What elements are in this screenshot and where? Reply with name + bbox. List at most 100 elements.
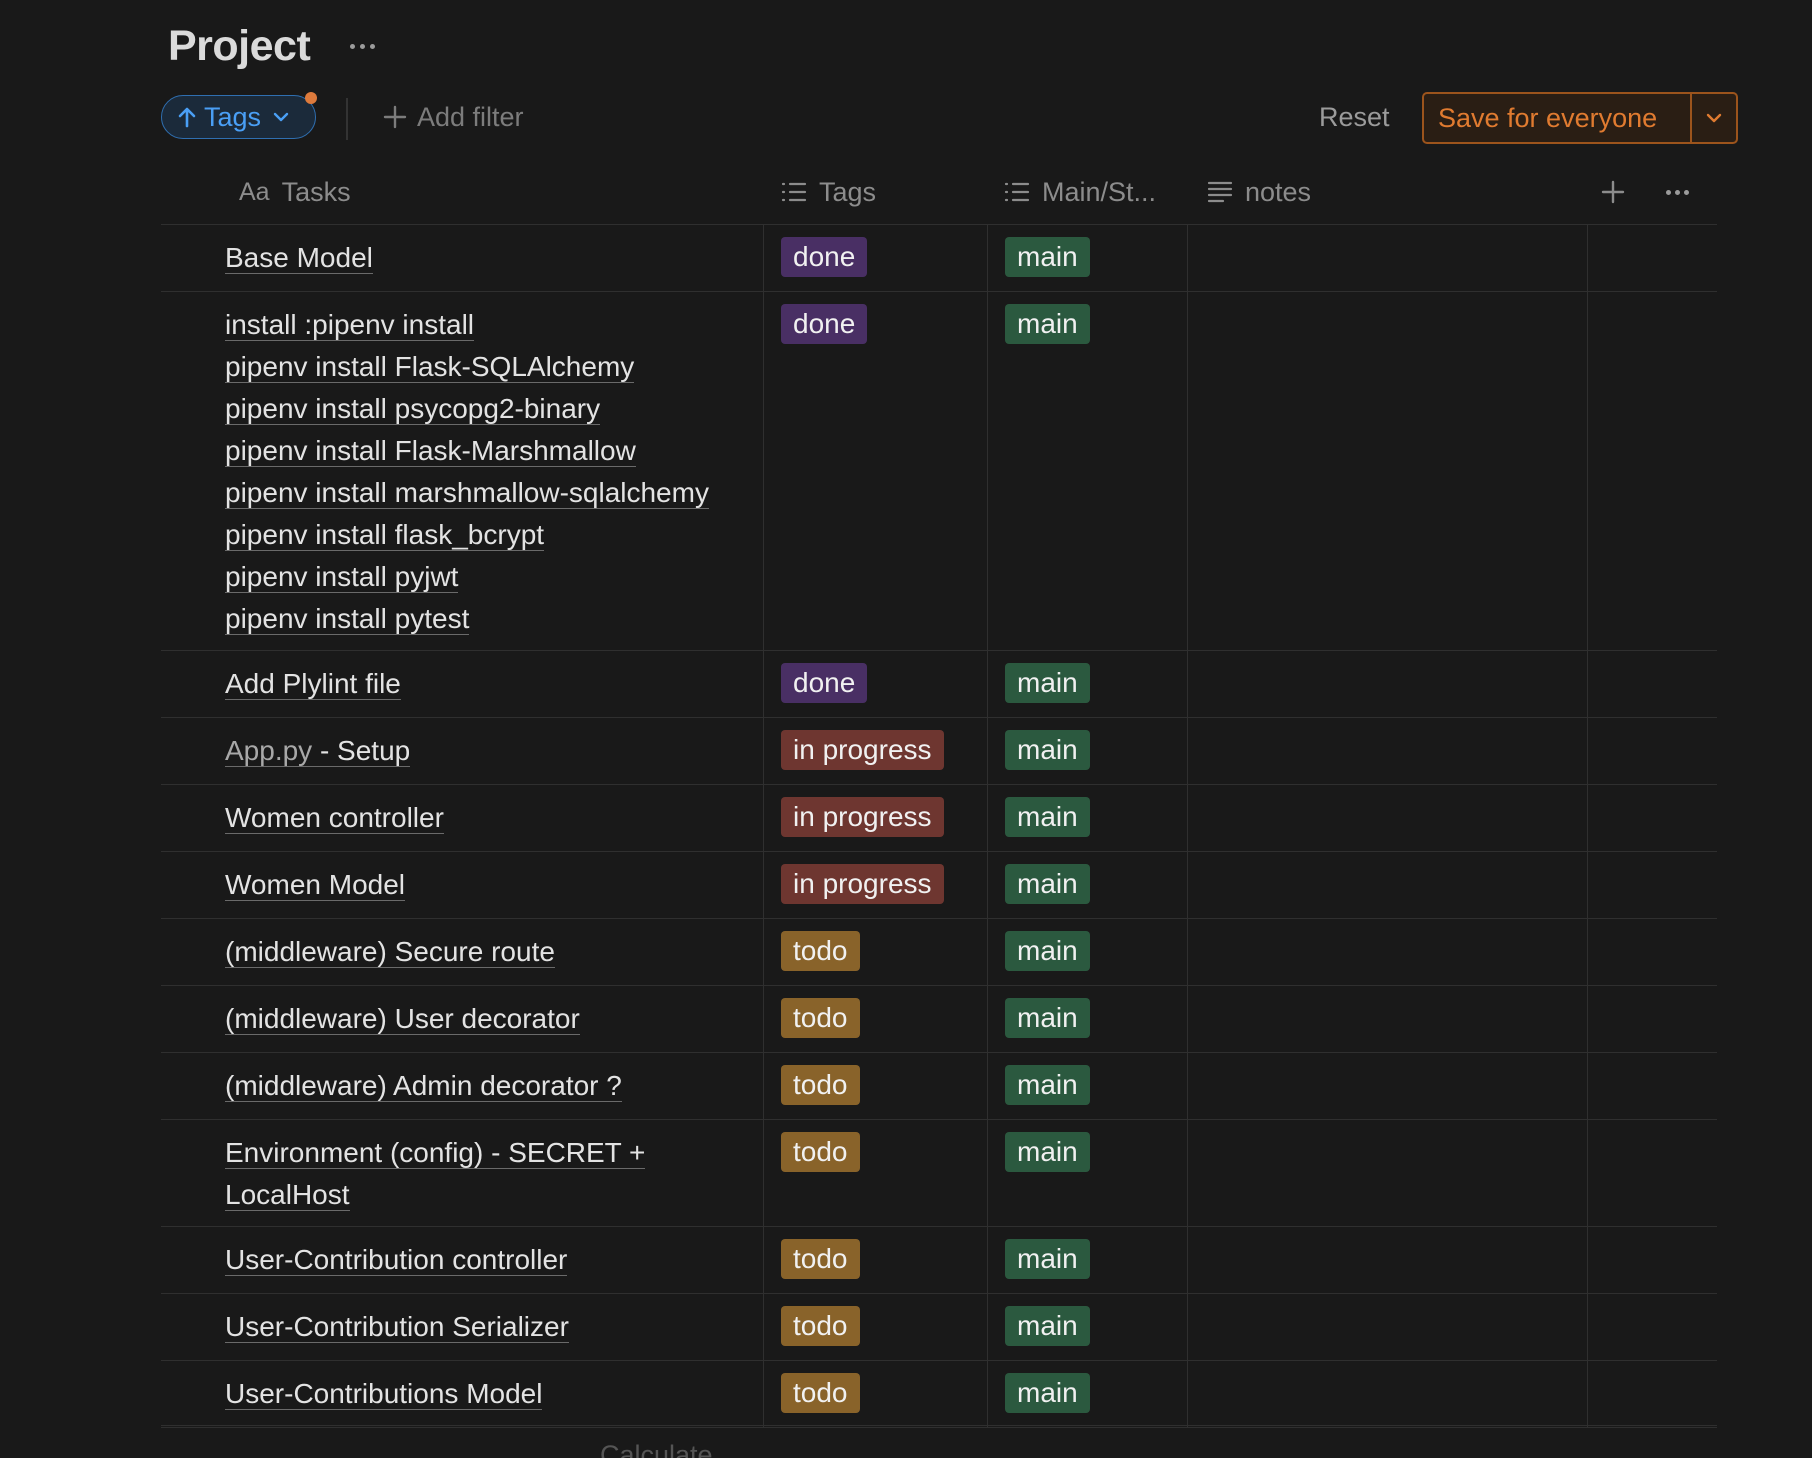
table-row[interactable]: User-Contribution Serializer todo main [161, 1294, 1717, 1361]
table-row[interactable]: Add Plylint file done main [161, 651, 1717, 718]
task-title[interactable]: User-Contribution controller [225, 1239, 763, 1281]
task-link-text[interactable]: App.py [225, 735, 313, 767]
task-title[interactable]: User-Contributions Model [225, 1373, 763, 1415]
task-cell: Women Model [161, 852, 763, 918]
table-row[interactable]: (middleware) Admin decorator ? todo main [161, 1053, 1717, 1120]
branch-cell[interactable]: main [987, 1227, 1187, 1293]
branch-cell[interactable]: main [987, 1361, 1187, 1427]
tags-cell[interactable]: in progress [763, 852, 987, 918]
branch-cell[interactable]: main [987, 852, 1187, 918]
table-row[interactable]: Environment (config) - SECRET + LocalHost… [161, 1120, 1717, 1227]
tags-cell[interactable]: done [763, 225, 987, 291]
table-row[interactable]: Base Model done main [161, 225, 1717, 292]
save-for-everyone-button[interactable]: Save for everyone [1424, 94, 1690, 142]
add-filter-button[interactable]: Add filter [383, 95, 524, 139]
notes-cell[interactable] [1187, 1361, 1587, 1427]
notes-cell[interactable] [1187, 292, 1587, 650]
notes-cell[interactable] [1187, 225, 1587, 291]
branch-cell[interactable]: main [987, 292, 1187, 650]
table-row[interactable]: User-Contribution controller todo main [161, 1227, 1717, 1294]
column-header-notes[interactable]: notes [1207, 160, 1311, 224]
tags-cell[interactable]: todo [763, 1053, 987, 1119]
filter-divider [346, 98, 348, 140]
status-tag: todo [781, 998, 860, 1038]
branch-cell[interactable]: main [987, 986, 1187, 1052]
notes-cell[interactable] [1187, 785, 1587, 851]
branch-tag: main [1005, 931, 1090, 971]
notes-cell[interactable] [1187, 1294, 1587, 1360]
task-title[interactable]: Base Model [225, 237, 763, 279]
tags-cell[interactable]: todo [763, 1294, 987, 1360]
task-title[interactable]: install :pipenv install pipenv install Fl… [225, 304, 763, 640]
column-header-main-label: Main/St... [1042, 176, 1157, 207]
tags-cell[interactable]: todo [763, 1361, 987, 1427]
branch-cell[interactable]: main [987, 1294, 1187, 1360]
table-row[interactable]: Women controller in progress main [161, 785, 1717, 852]
tags-cell[interactable]: todo [763, 919, 987, 985]
task-title[interactable]: User-Contribution Serializer [225, 1306, 763, 1348]
notes-cell[interactable] [1187, 852, 1587, 918]
table-row[interactable]: (middleware) Secure route todo main [161, 919, 1717, 986]
branch-cell[interactable]: main [987, 651, 1187, 717]
branch-tag: main [1005, 797, 1090, 837]
branch-tag: main [1005, 304, 1090, 344]
sort-chip-tags[interactable]: Tags [161, 95, 316, 139]
task-line: LocalHost [225, 1179, 350, 1211]
task-title[interactable]: (middleware) User decorator [225, 998, 763, 1040]
notes-cell[interactable] [1187, 651, 1587, 717]
task-title[interactable]: Environment (config) - SECRET + LocalHost [225, 1132, 763, 1216]
task-title[interactable]: (middleware) Secure route [225, 931, 763, 973]
branch-cell[interactable]: main [987, 919, 1187, 985]
table-row[interactable]: install :pipenv install pipenv install Fl… [161, 292, 1717, 651]
task-title[interactable]: Women controller [225, 797, 763, 839]
tags-cell[interactable]: in progress [763, 785, 987, 851]
table-row[interactable]: Women Model in progress main [161, 852, 1717, 919]
add-column-plus-icon[interactable] [1601, 160, 1625, 224]
branch-tag: main [1005, 998, 1090, 1038]
notes-cell[interactable] [1187, 1227, 1587, 1293]
branch-cell[interactable]: main [987, 1120, 1187, 1226]
table-row[interactable]: User-Contributions Model todo main [161, 1361, 1717, 1428]
empty-cell [1587, 651, 1717, 717]
branch-cell[interactable]: main [987, 225, 1187, 291]
column-header-main[interactable]: Main/St... [1004, 160, 1156, 224]
tags-cell[interactable]: todo [763, 1227, 987, 1293]
task-line: User-Contribution Serializer [225, 1311, 569, 1343]
more-options-icon[interactable] [344, 38, 381, 55]
tags-cell[interactable]: done [763, 651, 987, 717]
task-title[interactable]: Women Model [225, 864, 763, 906]
task-title[interactable]: (middleware) Admin decorator ? [225, 1065, 763, 1107]
title-row: Project [168, 14, 381, 78]
tags-cell[interactable]: todo [763, 1120, 987, 1226]
branch-cell[interactable]: main [987, 1053, 1187, 1119]
tags-cell[interactable]: in progress [763, 718, 987, 784]
notes-cell[interactable] [1187, 919, 1587, 985]
branch-cell[interactable]: main [987, 718, 1187, 784]
notes-cell[interactable] [1187, 1120, 1587, 1226]
task-cell: Women controller [161, 785, 763, 851]
reset-button[interactable]: Reset [1319, 95, 1390, 139]
tags-cell[interactable]: todo [763, 986, 987, 1052]
tags-cell[interactable]: done [763, 292, 987, 650]
column-header-tags[interactable]: Tags [781, 160, 876, 224]
task-title[interactable]: App.py - Setup [225, 730, 763, 772]
column-header-tasks[interactable]: Aa Tasks [239, 160, 351, 224]
table-body: Base Model done main install :pipenv instal… [161, 225, 1717, 1428]
task-cell: Environment (config) - SECRET + LocalHost [161, 1120, 763, 1226]
empty-cell [1587, 292, 1717, 650]
notes-cell[interactable] [1187, 986, 1587, 1052]
task-line: pipenv install marshmallow-sqlalchemy [225, 477, 709, 509]
task-line: Women controller [225, 802, 444, 834]
status-tag: todo [781, 1306, 860, 1346]
column-options-icon[interactable] [1666, 160, 1689, 224]
table-row[interactable]: (middleware) User decorator todo main [161, 986, 1717, 1053]
notes-cell[interactable] [1187, 718, 1587, 784]
table-row[interactable]: App.py - Setup in progress main [161, 718, 1717, 785]
calculate-button[interactable]: Calculate [600, 1440, 713, 1458]
task-title[interactable]: Add Plylint file [225, 663, 763, 705]
status-tag: in progress [781, 797, 944, 837]
save-options-chevron-icon[interactable] [1692, 94, 1736, 142]
notes-cell[interactable] [1187, 1053, 1587, 1119]
plus-icon [383, 105, 407, 129]
branch-cell[interactable]: main [987, 785, 1187, 851]
